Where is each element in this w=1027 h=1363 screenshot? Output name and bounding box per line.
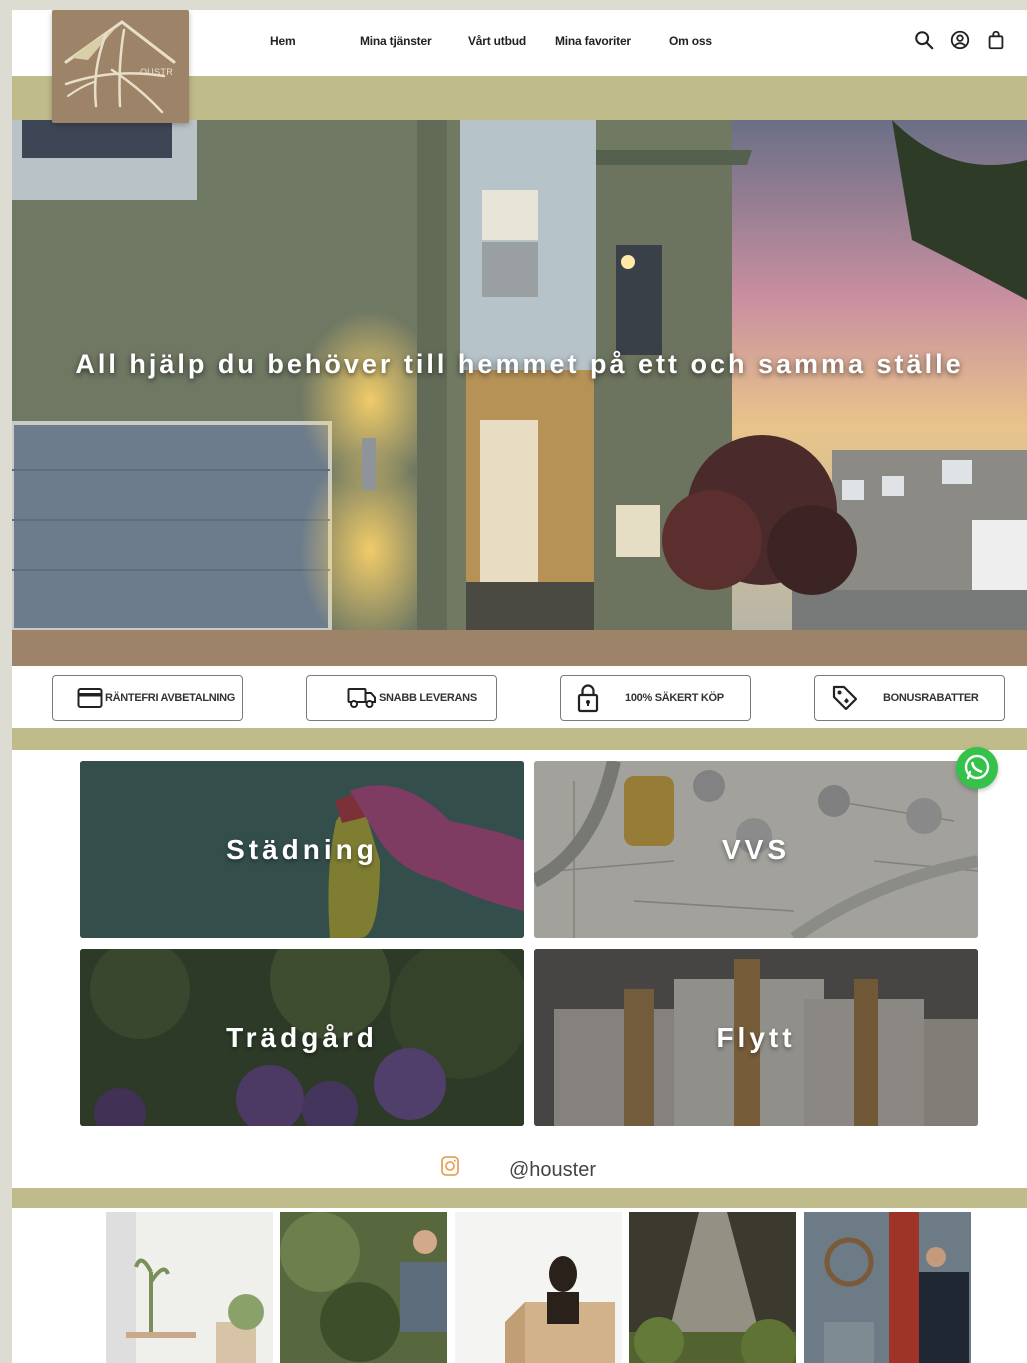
credit-card-icon [77, 688, 103, 708]
feature-bonus-discounts[interactable]: BONUSRABATTER [814, 675, 1005, 721]
moving-person-image [804, 1212, 971, 1363]
service-tile-tradgard[interactable]: Trädgård [80, 949, 524, 1126]
footer-divider-band [12, 1188, 1027, 1208]
service-label: VVS [721, 833, 791, 865]
shopping-bag-icon[interactable] [985, 28, 1007, 52]
feature-label: BONUSRABATTER [883, 692, 979, 704]
price-tag-icon [832, 685, 858, 711]
instagram-handle[interactable]: @houster [509, 1159, 596, 1182]
page: Hem Mina tjänster Vårt utbud Mina favori… [12, 10, 1027, 1363]
hero-bottom-band [12, 630, 1027, 666]
instagram-row: @houster [12, 1152, 1027, 1192]
service-label: Flytt [716, 1021, 796, 1053]
nav-link-mina-favoriter[interactable]: Mina favoriter [555, 34, 631, 48]
whatsapp-button[interactable] [956, 747, 998, 789]
section-divider-band [12, 728, 1027, 750]
delivery-truck-icon [347, 688, 376, 708]
instagram-photo[interactable] [455, 1212, 622, 1363]
instagram-photo[interactable] [106, 1212, 273, 1363]
feature-label: SNABB LEVERANS [379, 692, 477, 704]
whatsapp-icon [964, 754, 990, 780]
nav-link-hem[interactable]: Hem [270, 34, 296, 48]
watering-image [629, 1212, 796, 1363]
instagram-photo[interactable] [804, 1212, 971, 1363]
account-icon[interactable] [949, 28, 971, 52]
search-icon[interactable] [913, 28, 935, 52]
dog-in-box-image [455, 1212, 622, 1363]
feature-fast-delivery[interactable]: SNABB LEVERANS [306, 675, 497, 721]
service-tile-stadning[interactable]: Städning [80, 761, 524, 938]
instagram-photo[interactable] [629, 1212, 796, 1363]
nav-link-om-oss[interactable]: Om oss [669, 34, 712, 48]
gardener-image [280, 1212, 447, 1363]
nav-icons [913, 28, 1007, 52]
service-label: Städning [226, 833, 378, 865]
hero-banner: All hjälp du behöver till hemmet på ett … [12, 120, 1027, 630]
feature-label: RÄNTEFRI AVBETALNING [105, 692, 236, 704]
logo-text: OUSTR [140, 67, 173, 77]
service-tile-flytt[interactable]: Flytt [534, 949, 978, 1126]
service-label: Trädgård [226, 1021, 378, 1053]
nav-link-vart-utbud[interactable]: Vårt utbud [468, 34, 526, 48]
feature-label: 100% SÄKERT KÖP [625, 692, 724, 704]
instagram-photo[interactable] [280, 1212, 447, 1363]
instagram-icon[interactable] [440, 1155, 460, 1177]
service-tile-vvs[interactable]: VVS [534, 761, 978, 938]
lock-icon [577, 684, 599, 713]
feature-interest-free[interactable]: RÄNTEFRI AVBETALNING [52, 675, 243, 721]
hero-title: All hjälp du behöver till hemmet på ett … [75, 349, 964, 379]
feature-secure-purchase[interactable]: 100% SÄKERT KÖP [560, 675, 751, 721]
logo[interactable]: OUSTR [52, 10, 189, 123]
interior-plant-image [106, 1212, 273, 1363]
nav-link-mina-tjanster[interactable]: Mina tjänster [360, 34, 432, 48]
